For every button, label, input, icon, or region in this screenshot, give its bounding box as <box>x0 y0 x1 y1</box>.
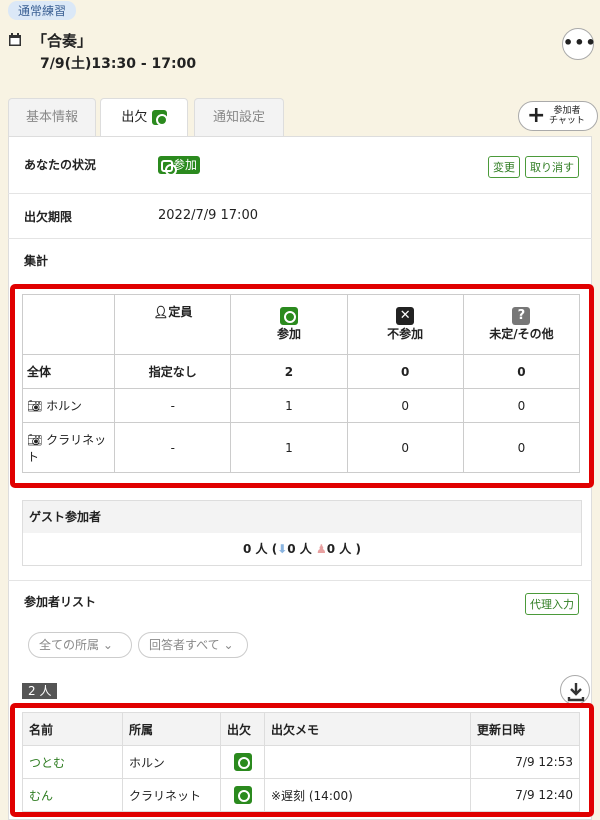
summary-label: 集計 <box>24 254 49 268</box>
cancel-button[interactable]: 取り消す <box>525 156 579 178</box>
tab-label: 通知設定 <box>212 110 265 125</box>
guest-box: ゲスト参加者 0 人 (⬇︎0 人 ♟︎0 人 ) <box>22 500 582 566</box>
proxy-input-button[interactable]: 代理入力 <box>525 593 579 615</box>
guest-counts: 0 人 (⬇︎0 人 ♟︎0 人 ) <box>243 542 361 556</box>
ok-icon <box>161 159 177 176</box>
deadline-label: 出欠期限 <box>24 210 73 224</box>
participant-list-label: 参加者リスト <box>24 595 97 609</box>
chat-label-1: 参加者 <box>553 106 581 116</box>
event-datetime: 7/9(土)13:30 - 17:00 <box>40 56 197 72</box>
download-button[interactable] <box>560 675 590 705</box>
attend-ok-icon <box>151 110 168 126</box>
tab-label: 出欠 <box>121 110 148 125</box>
more-options-button[interactable]: ••• <box>562 28 596 60</box>
participant-chat-button[interactable]: + 参加者 チャット <box>518 101 598 131</box>
your-status-label: あなたの状況 <box>24 158 97 172</box>
tab-notification-settings[interactable]: 通知設定 <box>194 98 284 136</box>
deadline-value: 2022/7/9 17:00 <box>158 208 258 223</box>
group-filter-select[interactable]: 全ての所属 ⌄ <box>28 632 132 658</box>
highlight-box <box>10 284 594 488</box>
plus-icon: + <box>527 103 546 128</box>
guest-label: ゲスト参加者 <box>23 501 581 533</box>
chat-label-2: チャット <box>549 116 585 126</box>
tab-label: 基本情報 <box>25 110 78 125</box>
status-badge: 参加 <box>158 156 201 176</box>
event-title: 「合奏」 <box>32 32 93 50</box>
calendar-icon <box>9 33 21 46</box>
download-icon <box>567 683 585 702</box>
tab-basic-info[interactable]: 基本情報 <box>8 98 96 136</box>
change-button[interactable]: 変更 <box>488 156 520 178</box>
participant-count: 2 人 <box>22 683 58 699</box>
event-category-badge: 通常練習 <box>8 1 77 20</box>
tab-attendance[interactable]: 出欠 <box>100 98 188 138</box>
highlight-box <box>10 703 594 817</box>
answer-filter-select[interactable]: 回答者すべて ⌄ <box>138 632 248 658</box>
